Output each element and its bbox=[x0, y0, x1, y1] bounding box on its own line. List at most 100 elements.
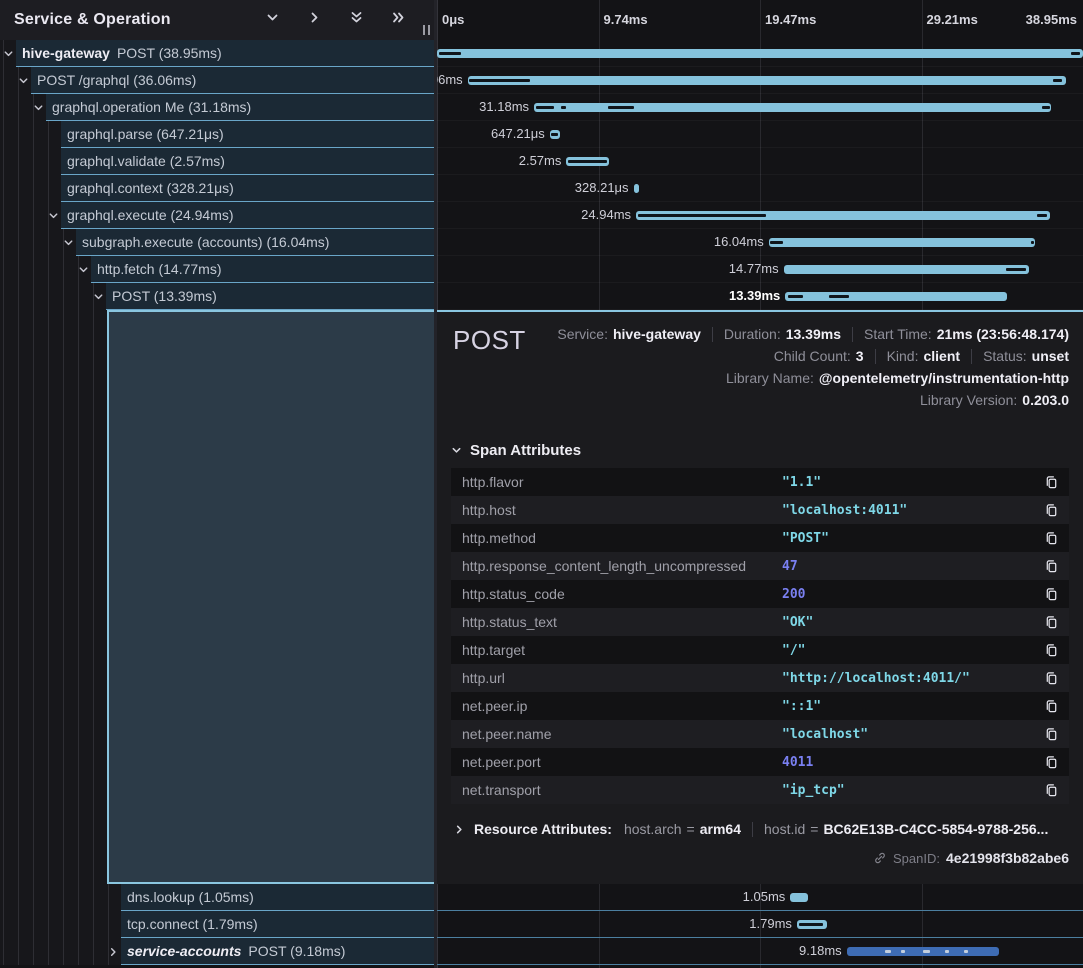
span-label[interactable]: subgraph.execute (accounts) (16.04ms) bbox=[76, 229, 434, 256]
span-name-cell[interactable]: http.fetch (14.77ms) bbox=[0, 256, 434, 283]
span-name-cell[interactable]: service-accountsPOST (9.18ms) bbox=[0, 938, 434, 965]
span-bar[interactable] bbox=[634, 184, 639, 193]
span-label[interactable]: http.fetch (14.77ms) bbox=[91, 256, 434, 283]
chevron-down-icon[interactable] bbox=[33, 102, 44, 113]
span-label[interactable]: POST /graphql (36.06ms) bbox=[31, 67, 434, 94]
service-operation-title: Service & Operation bbox=[14, 11, 265, 29]
attribute-row: http.response_content_length_uncompresse… bbox=[451, 552, 1069, 580]
span-bar[interactable] bbox=[437, 49, 1083, 58]
span-row[interactable]: graphql.operation Me (31.18ms)31.18ms bbox=[0, 94, 1083, 121]
copy-icon[interactable] bbox=[1042, 669, 1061, 688]
span-timeline-cell[interactable]: 31.18ms bbox=[437, 94, 1083, 121]
column-resize-divider[interactable] bbox=[434, 0, 437, 968]
operation-name: graphql.validate (2.57ms) bbox=[67, 153, 225, 169]
span-row[interactable]: tcp.connect (1.79ms)1.79ms bbox=[0, 911, 1083, 938]
copy-icon[interactable] bbox=[1042, 585, 1061, 604]
span-row[interactable]: subgraph.execute (accounts) (16.04ms) 16.… bbox=[0, 229, 1083, 256]
span-duration-label: 9.18ms bbox=[799, 938, 842, 964]
span-timeline-cell[interactable]: 9.18ms bbox=[437, 938, 1083, 965]
span-timeline-cell[interactable]: 16.04ms bbox=[437, 229, 1083, 256]
span-name-cell[interactable]: graphql.execute (24.94ms) bbox=[0, 202, 434, 229]
attribute-row: http.url"http://localhost:4011/" bbox=[451, 664, 1069, 692]
copy-icon[interactable] bbox=[1042, 473, 1061, 492]
span-timeline-cell[interactable]: 36.06ms bbox=[437, 67, 1083, 94]
span-timeline-cell[interactable]: 1.79ms bbox=[437, 911, 1083, 938]
span-bar[interactable] bbox=[785, 292, 1007, 301]
copy-icon[interactable] bbox=[1042, 557, 1061, 576]
span-label[interactable]: graphql.operation Me (31.18ms) bbox=[46, 94, 434, 121]
copy-icon[interactable] bbox=[1042, 753, 1061, 772]
span-name-cell[interactable]: graphql.validate (2.57ms) bbox=[0, 148, 434, 175]
expand-all-button[interactable] bbox=[349, 10, 364, 30]
axis-tick-label: 0μs bbox=[442, 12, 464, 27]
span-row[interactable]: http.fetch (14.77ms)14.77ms bbox=[0, 256, 1083, 283]
span-bar[interactable] bbox=[790, 893, 807, 902]
span-row[interactable]: graphql.execute (24.94ms)24.94ms bbox=[0, 202, 1083, 229]
copy-icon[interactable] bbox=[1042, 501, 1061, 520]
copy-icon[interactable] bbox=[1042, 613, 1061, 632]
chevron-down-icon[interactable] bbox=[93, 291, 104, 302]
span-label[interactable]: service-accountsPOST (9.18ms) bbox=[121, 938, 434, 965]
span-label[interactable]: hive-gatewayPOST (38.95ms) bbox=[16, 40, 434, 67]
span-row[interactable]: hive-gatewayPOST (38.95ms)38.95ms bbox=[0, 40, 1083, 67]
collapse-all-button[interactable] bbox=[391, 10, 406, 30]
collapse-one-button[interactable] bbox=[307, 10, 322, 30]
resize-grip-icon[interactable] bbox=[423, 25, 430, 35]
span-bar[interactable] bbox=[769, 238, 1035, 247]
span-timeline-cell[interactable]: 1.05ms bbox=[437, 884, 1083, 911]
chevron-down-icon[interactable] bbox=[78, 264, 89, 275]
span-label[interactable]: graphql.context (328.21μs) bbox=[61, 175, 434, 202]
span-name-cell[interactable]: graphql.context (328.21μs) bbox=[0, 175, 434, 202]
span-row[interactable]: service-accountsPOST (9.18ms) 9.18ms bbox=[0, 938, 1083, 965]
detail-header-line: Service:hive-gatewayDuration:13.39msStar… bbox=[557, 323, 1069, 345]
link-icon[interactable] bbox=[873, 851, 887, 865]
span-label[interactable]: graphql.parse (647.21μs) bbox=[61, 121, 434, 148]
span-name-cell[interactable]: dns.lookup (1.05ms) bbox=[0, 884, 434, 911]
span-label[interactable]: graphql.validate (2.57ms) bbox=[61, 148, 434, 175]
span-name-cell[interactable]: POST /graphql (36.06ms) bbox=[0, 67, 434, 94]
span-label[interactable]: dns.lookup (1.05ms) bbox=[121, 884, 434, 911]
span-bar[interactable] bbox=[784, 265, 1029, 274]
indent-guides bbox=[0, 121, 61, 148]
span-name-cell[interactable]: graphql.parse (647.21μs) bbox=[0, 121, 434, 148]
chevron-down-icon[interactable] bbox=[3, 48, 14, 59]
span-row[interactable]: graphql.validate (2.57ms) 2.57ms bbox=[0, 148, 1083, 175]
span-label[interactable]: graphql.execute (24.94ms) bbox=[61, 202, 434, 229]
chevron-down-icon[interactable] bbox=[18, 75, 29, 86]
span-row[interactable]: graphql.parse (647.21μs)647.21μs bbox=[0, 121, 1083, 148]
span-label[interactable]: tcp.connect (1.79ms) bbox=[121, 911, 434, 938]
span-timeline-cell[interactable]: 647.21μs bbox=[437, 121, 1083, 148]
chevron-down-icon[interactable] bbox=[63, 237, 74, 248]
child-span-tick bbox=[1053, 79, 1062, 82]
span-name-cell[interactable]: graphql.operation Me (31.18ms) bbox=[0, 94, 434, 121]
span-timeline-cell[interactable]: 13.39ms bbox=[437, 283, 1083, 310]
span-bar[interactable] bbox=[468, 76, 1066, 85]
span-label[interactable]: POST (13.39ms) bbox=[106, 283, 434, 310]
copy-icon[interactable] bbox=[1042, 697, 1061, 716]
chevron-right-icon bbox=[307, 10, 322, 30]
span-attributes-section-toggle[interactable]: Span Attributes bbox=[451, 440, 1069, 460]
span-name-cell[interactable]: hive-gatewayPOST (38.95ms) bbox=[0, 40, 434, 67]
copy-icon[interactable] bbox=[1042, 529, 1061, 548]
span-timeline-cell[interactable]: 328.21μs bbox=[437, 175, 1083, 202]
chevron-down-icon[interactable] bbox=[48, 210, 59, 221]
span-name-cell[interactable]: POST (13.39ms) bbox=[0, 283, 434, 310]
copy-icon[interactable] bbox=[1042, 725, 1061, 744]
chevron-right-icon[interactable] bbox=[108, 946, 119, 957]
span-timeline-cell[interactable]: 24.94ms bbox=[437, 202, 1083, 229]
span-row[interactable]: POST /graphql (36.06ms)36.06ms bbox=[0, 67, 1083, 94]
span-timeline-cell[interactable]: 2.57ms bbox=[437, 148, 1083, 175]
span-name-cell[interactable]: tcp.connect (1.79ms) bbox=[0, 911, 434, 938]
span-timeline-cell[interactable]: 14.77ms bbox=[437, 256, 1083, 283]
span-row[interactable]: graphql.context (328.21μs)328.21μs bbox=[0, 175, 1083, 202]
expand-one-button[interactable] bbox=[265, 10, 280, 30]
span-row[interactable]: POST (13.39ms)13.39ms bbox=[0, 283, 1083, 310]
span-name-cell[interactable]: subgraph.execute (accounts) (16.04ms) bbox=[0, 229, 434, 256]
span-row[interactable]: dns.lookup (1.05ms)1.05ms bbox=[0, 884, 1083, 911]
resource-attributes-row[interactable]: Resource Attributes: host.arch=arm64host… bbox=[451, 818, 1069, 840]
operation-name: subgraph.execute (accounts) (16.04ms) bbox=[82, 234, 329, 250]
copy-icon[interactable] bbox=[1042, 641, 1061, 660]
resource-key: host.id bbox=[764, 821, 805, 837]
span-timeline-cell[interactable]: 38.95ms bbox=[437, 40, 1083, 67]
copy-icon[interactable] bbox=[1042, 781, 1061, 800]
